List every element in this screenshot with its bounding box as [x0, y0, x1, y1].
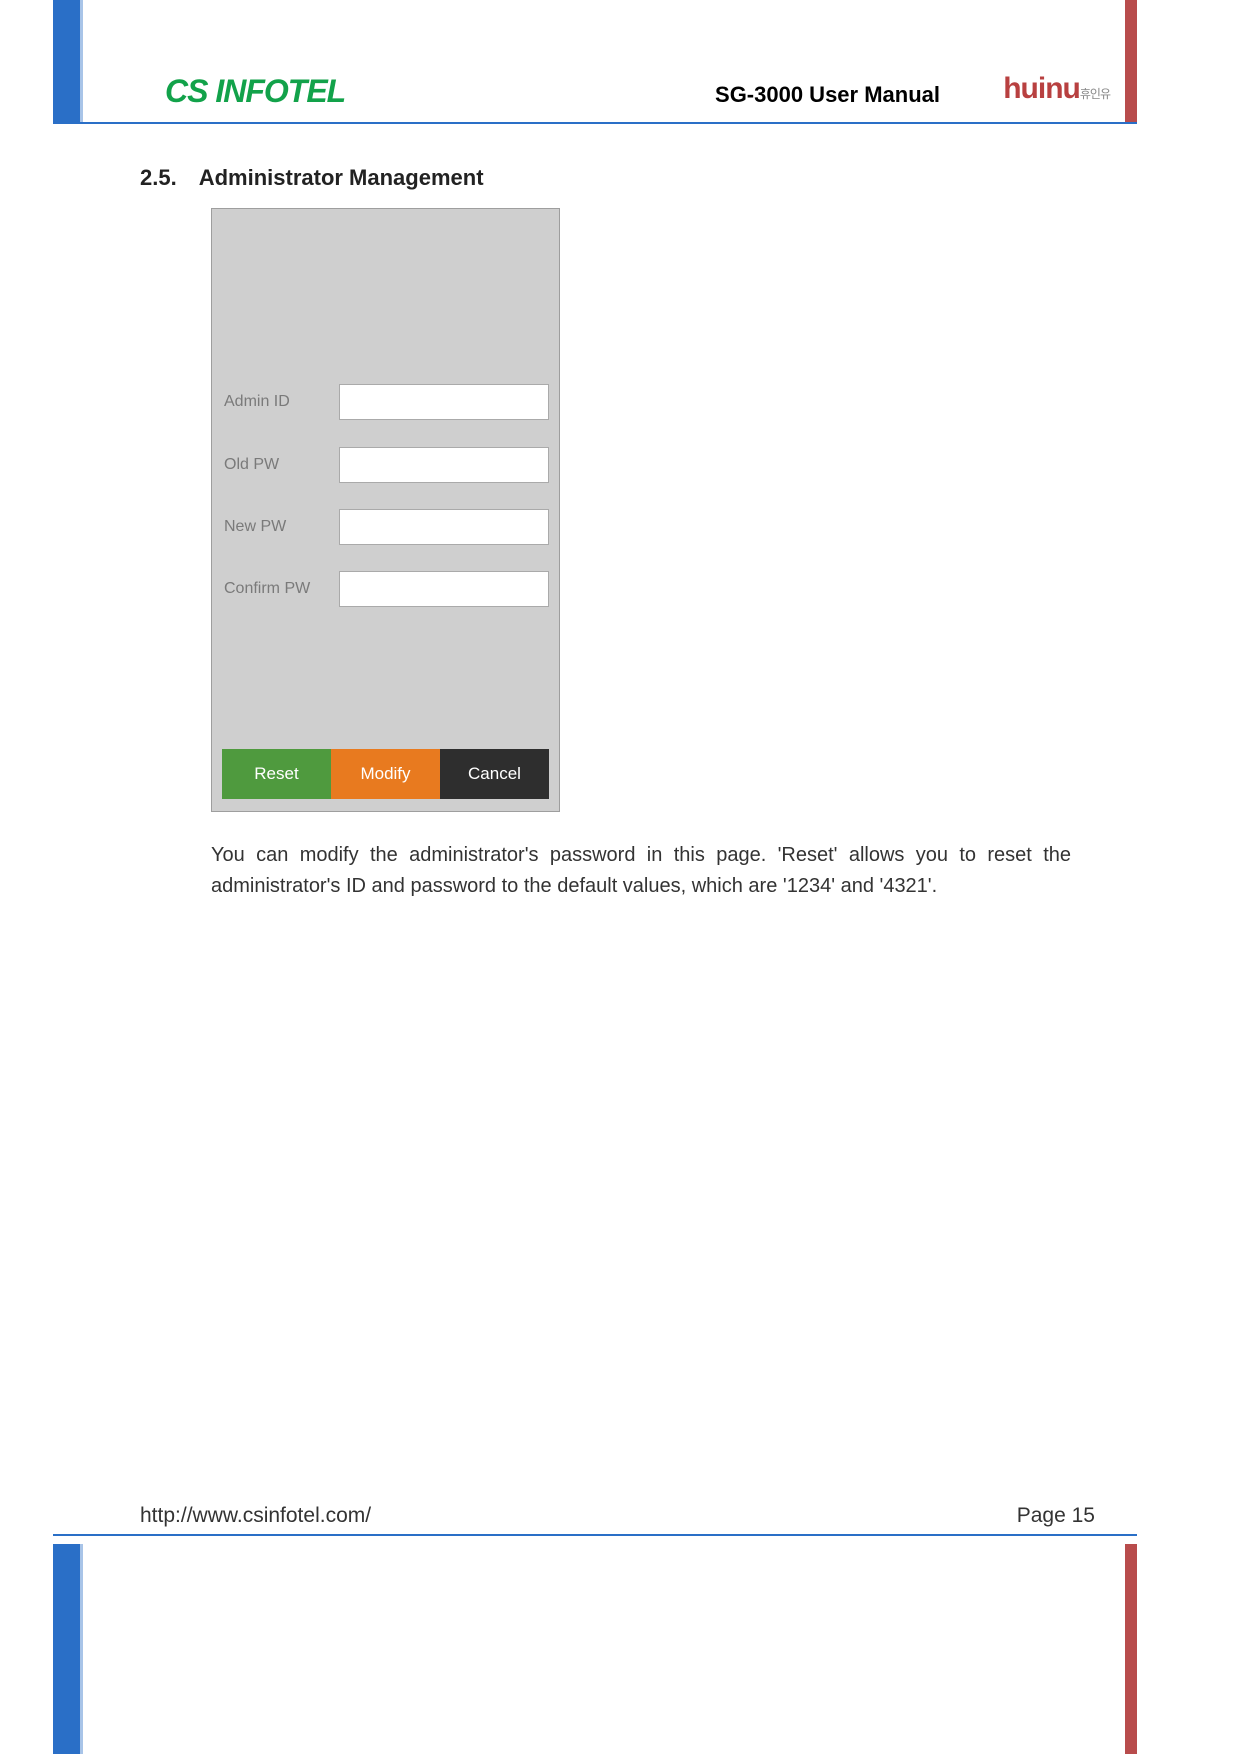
input-old-pw[interactable] — [339, 447, 549, 483]
logo-huinu: huinu휴인유 — [1003, 72, 1110, 106]
label-new-pw: New PW — [224, 518, 339, 536]
section-heading: 2.5. Administrator Management — [140, 165, 484, 191]
input-admin-id[interactable] — [339, 384, 549, 420]
section-title: Administrator Management — [199, 165, 484, 190]
bottom-accent-left — [53, 1544, 83, 1754]
logo-huinu-text: huinu — [1003, 72, 1080, 105]
row-admin-id: Admin ID — [224, 384, 549, 420]
admin-form-panel: Admin ID Old PW New PW Confirm PW Reset … — [211, 208, 560, 812]
modify-button[interactable]: Modify — [331, 749, 440, 799]
header-divider — [53, 122, 1137, 124]
row-old-pw: Old PW — [224, 447, 549, 483]
section-number: 2.5. — [140, 165, 177, 190]
logo-huinu-sub: 휴인유 — [1080, 87, 1110, 101]
row-confirm-pw: Confirm PW — [224, 571, 549, 607]
label-admin-id: Admin ID — [224, 393, 339, 411]
input-confirm-pw[interactable] — [339, 571, 549, 607]
cancel-button[interactable]: Cancel — [440, 749, 549, 799]
label-old-pw: Old PW — [224, 456, 339, 474]
bottom-accent-right — [1125, 1544, 1137, 1754]
manual-title: SG-3000 User Manual — [715, 82, 940, 108]
button-row: Reset Modify Cancel — [222, 749, 549, 799]
input-new-pw[interactable] — [339, 509, 549, 545]
row-new-pw: New PW — [224, 509, 549, 545]
footer-divider — [53, 1534, 1137, 1536]
reset-button[interactable]: Reset — [222, 749, 331, 799]
page-header: CS INFOTEL SG-3000 User Manual huinu휴인유 — [0, 70, 1240, 125]
logo-csinfotel: CS INFOTEL — [165, 73, 345, 110]
footer-url: http://www.csinfotel.com/ — [140, 1504, 371, 1528]
page-footer: http://www.csinfotel.com/ Page 15 — [0, 1504, 1240, 1544]
label-confirm-pw: Confirm PW — [224, 580, 339, 598]
description-paragraph: You can modify the administrator's passw… — [211, 840, 1071, 902]
footer-page: Page 15 — [1017, 1504, 1095, 1528]
